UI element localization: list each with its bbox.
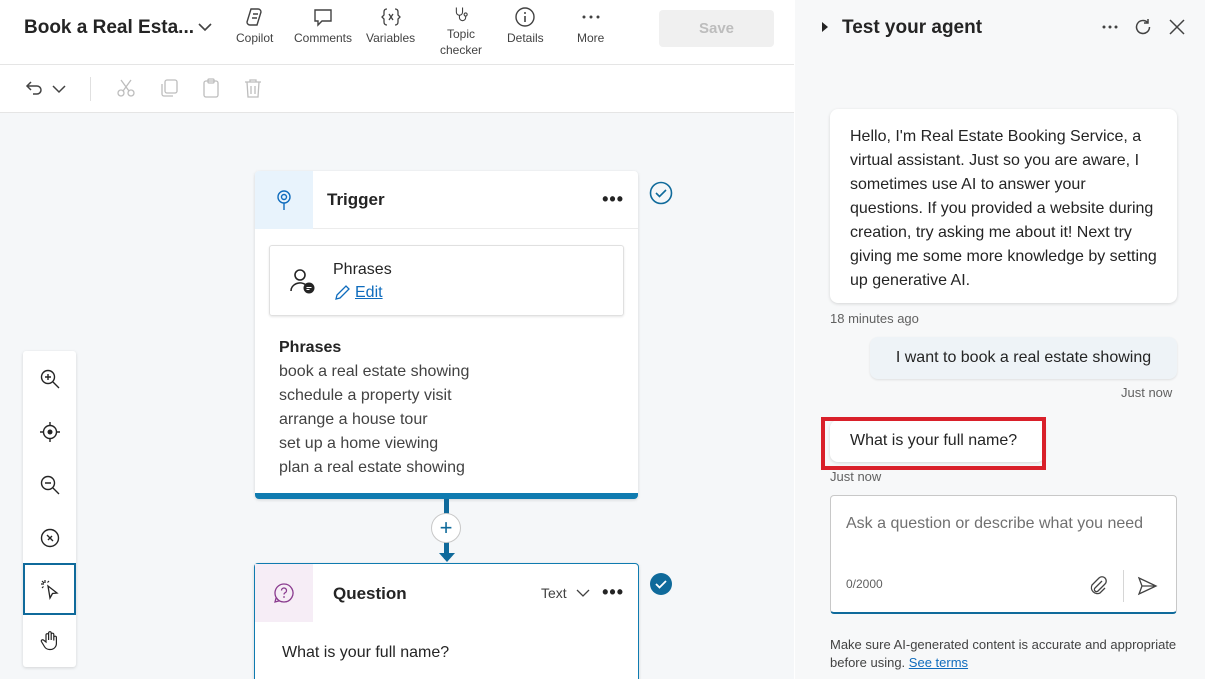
see-terms-link[interactable]: See terms bbox=[909, 655, 968, 670]
pencil-icon bbox=[335, 285, 350, 300]
hand-icon bbox=[40, 631, 57, 651]
trigger-node[interactable]: Trigger ••• Phrases Edit Phrases book a … bbox=[255, 171, 638, 499]
minimap-button[interactable] bbox=[23, 512, 76, 564]
test-agent-pane: Test your agent Hello, I'm Real Estate B… bbox=[795, 0, 1205, 679]
phrases-card-title: Phrases bbox=[333, 261, 392, 278]
topic-header: Book a Real Esta... Copilot Comments Var… bbox=[0, 0, 794, 65]
stethoscope-icon bbox=[455, 7, 468, 22]
phrases-list-title: Phrases bbox=[279, 339, 342, 356]
variables-button[interactable]: Variables bbox=[366, 6, 415, 58]
question-type-dropdown[interactable]: Text bbox=[541, 585, 591, 601]
copy-icon[interactable] bbox=[158, 77, 180, 99]
cut-icon[interactable] bbox=[115, 77, 137, 99]
toolbar-label: Variables bbox=[366, 31, 416, 45]
attach-icon[interactable] bbox=[1087, 575, 1109, 597]
more-options-icon[interactable]: ••• bbox=[602, 189, 624, 210]
question-text: What is your full name? bbox=[282, 644, 450, 661]
locate-icon bbox=[39, 422, 60, 442]
details-button[interactable]: Details bbox=[507, 6, 544, 58]
more-icon bbox=[582, 15, 600, 19]
toolbar-label: Details bbox=[507, 31, 544, 45]
question-icon bbox=[274, 583, 294, 603]
comment-icon bbox=[314, 9, 332, 27]
chat-input-box[interactable]: Ask a question or describe what you need… bbox=[830, 495, 1177, 614]
canvas-controls bbox=[23, 351, 76, 667]
comments-button[interactable]: Comments bbox=[294, 6, 352, 58]
toolbar-label: More bbox=[577, 31, 605, 45]
trigger-title: Trigger bbox=[327, 190, 385, 209]
authoring-pane: Book a Real Esta... Copilot Comments Var… bbox=[0, 0, 794, 679]
zoom-in-button[interactable] bbox=[23, 353, 76, 405]
edit-toolbar bbox=[0, 65, 794, 113]
chevron-down-icon[interactable] bbox=[196, 18, 214, 36]
delete-icon[interactable] bbox=[242, 77, 264, 99]
topic-canvas[interactable]: Trigger ••• Phrases Edit Phrases book a … bbox=[0, 113, 794, 679]
user-message: I want to book a real estate showing bbox=[870, 337, 1177, 379]
add-node-button[interactable]: + bbox=[431, 513, 461, 543]
info-icon bbox=[515, 7, 536, 27]
chat-input-placeholder[interactable]: Ask a question or describe what you need bbox=[846, 512, 1146, 536]
phrases-card[interactable]: Phrases Edit bbox=[269, 245, 624, 316]
select-mode-button[interactable] bbox=[23, 563, 76, 615]
toolbar-label: Topic checker bbox=[440, 27, 483, 57]
collapse-caret-icon[interactable] bbox=[822, 22, 828, 32]
disclaimer-text: Make sure AI-generated content is accura… bbox=[830, 637, 1177, 670]
divider bbox=[1123, 570, 1124, 602]
trigger-icon bbox=[277, 190, 291, 210]
cursor-click-icon bbox=[40, 580, 59, 600]
message-timestamp: Just now bbox=[1121, 385, 1173, 400]
check-circle-filled-icon bbox=[650, 573, 672, 595]
character-counter: 0/2000 bbox=[846, 577, 883, 591]
zoom-out-button[interactable] bbox=[23, 459, 76, 511]
edit-phrases-link[interactable]: Edit bbox=[333, 284, 383, 302]
more-options-icon[interactable] bbox=[1098, 15, 1122, 39]
zoom-out-icon bbox=[40, 475, 59, 495]
refresh-icon[interactable] bbox=[1131, 15, 1155, 39]
more-options-icon[interactable]: ••• bbox=[602, 582, 624, 603]
question-icon-box bbox=[255, 564, 313, 622]
check-circle-icon bbox=[649, 181, 673, 205]
connector-arrow bbox=[439, 553, 455, 562]
highlight-box bbox=[821, 417, 1046, 470]
phrase-item: plan a real estate showing bbox=[279, 459, 465, 476]
send-icon[interactable] bbox=[1136, 575, 1158, 597]
divider bbox=[90, 77, 91, 101]
question-title: Question bbox=[333, 584, 407, 603]
phrase-item: set up a home viewing bbox=[279, 435, 439, 452]
compass-icon bbox=[40, 528, 59, 548]
variables-icon bbox=[380, 8, 401, 26]
pan-mode-button[interactable] bbox=[23, 615, 76, 667]
phrase-item: schedule a property visit bbox=[279, 387, 452, 404]
toolbar-label: Copilot bbox=[236, 31, 274, 45]
topic-checker-button[interactable]: Topic checker bbox=[440, 6, 482, 58]
phrase-item: arrange a house tour bbox=[279, 411, 428, 428]
recenter-button[interactable] bbox=[23, 406, 76, 458]
test-pane-title: Test your agent bbox=[842, 17, 983, 38]
copilot-button[interactable]: Copilot bbox=[236, 6, 273, 58]
phrase-item: book a real estate showing bbox=[279, 363, 470, 380]
paste-icon[interactable] bbox=[200, 77, 222, 99]
question-type-label: Text bbox=[541, 585, 567, 601]
zoom-in-icon bbox=[40, 369, 59, 389]
copilot-icon bbox=[245, 8, 262, 26]
message-timestamp: 18 minutes ago bbox=[830, 311, 919, 326]
phrases-list: Phrases book a real estate showing sched… bbox=[279, 336, 469, 480]
ai-disclaimer: Make sure AI-generated content is accura… bbox=[830, 636, 1190, 672]
toolbar-label: Comments bbox=[294, 31, 353, 45]
close-icon[interactable] bbox=[1165, 15, 1189, 39]
topic-title[interactable]: Book a Real Esta... bbox=[24, 17, 194, 39]
save-button[interactable]: Save bbox=[659, 10, 774, 47]
bot-message: Hello, I'm Real Estate Booking Service, … bbox=[830, 109, 1177, 303]
more-button[interactable]: More bbox=[577, 6, 604, 58]
undo-icon[interactable] bbox=[22, 77, 44, 99]
user-chat-icon bbox=[290, 269, 315, 294]
chevron-down-icon bbox=[576, 589, 590, 597]
message-timestamp: Just now bbox=[830, 469, 882, 484]
chevron-down-icon[interactable] bbox=[50, 77, 68, 99]
edit-label: Edit bbox=[355, 284, 383, 301]
question-node[interactable]: Question Text ••• What is your full name… bbox=[254, 563, 639, 679]
trigger-node-header: Trigger ••• bbox=[255, 171, 638, 229]
trigger-icon-box bbox=[255, 171, 313, 229]
